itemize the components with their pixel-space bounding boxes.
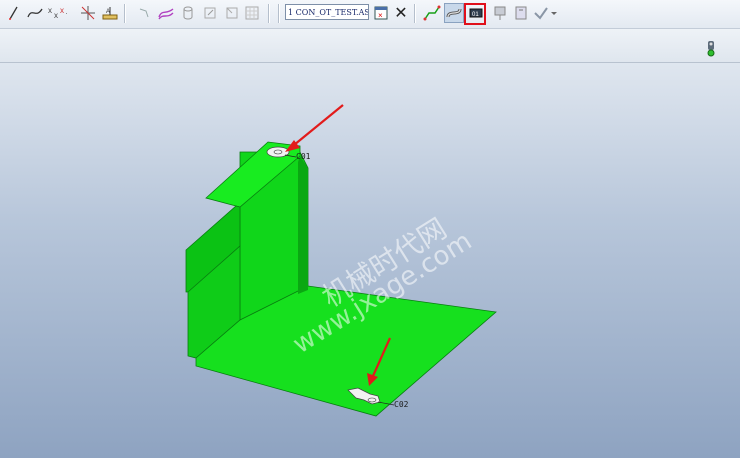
datum-plane-icon[interactable]: A <box>100 3 120 23</box>
tool-icon[interactable] <box>490 3 510 23</box>
close-icon[interactable]: ✕ <box>391 3 411 23</box>
model-window-icon[interactable]: × <box>371 3 391 23</box>
cable-route-icon[interactable] <box>134 3 154 23</box>
highlight-box <box>464 3 486 25</box>
svg-text:x: x <box>54 11 58 20</box>
graphics-viewport[interactable]: C01 C02 机械时代网 www.jxage.com <box>0 63 740 458</box>
window-icon[interactable] <box>222 3 242 23</box>
check-icon[interactable] <box>533 3 559 23</box>
model-window-select[interactable]: 1 CON_OT_TEST.ASM <box>285 4 369 20</box>
point-icon[interactable]: xxx <box>47 3 67 23</box>
connector-icon[interactable] <box>511 3 531 23</box>
spline-icon[interactable] <box>25 3 45 23</box>
connector-label-c01: C01 <box>296 152 311 161</box>
cylinder-icon[interactable] <box>178 3 198 23</box>
csys-icon[interactable] <box>78 3 98 23</box>
main-toolbar: xxx A 1 CON_OT_TEST.ASM × ✕ 01 <box>0 0 740 29</box>
traffic-light-icon[interactable] <box>706 41 716 62</box>
cable-tool-icon[interactable] <box>444 3 464 23</box>
route-path-icon[interactable] <box>422 3 442 23</box>
harness-icon[interactable] <box>156 3 176 23</box>
svg-text:x: x <box>48 6 52 15</box>
sketch-line-icon[interactable] <box>4 3 24 23</box>
annotation-arrow-c01 <box>285 104 344 152</box>
svg-text:x: x <box>60 6 64 15</box>
svg-text:A: A <box>106 9 110 15</box>
grid-icon[interactable] <box>242 3 262 23</box>
svg-text:×: × <box>378 11 383 20</box>
secondary-toolbar <box>0 29 740 63</box>
flag-icon[interactable] <box>200 3 220 23</box>
connector-label-c02: C02 <box>394 400 409 409</box>
